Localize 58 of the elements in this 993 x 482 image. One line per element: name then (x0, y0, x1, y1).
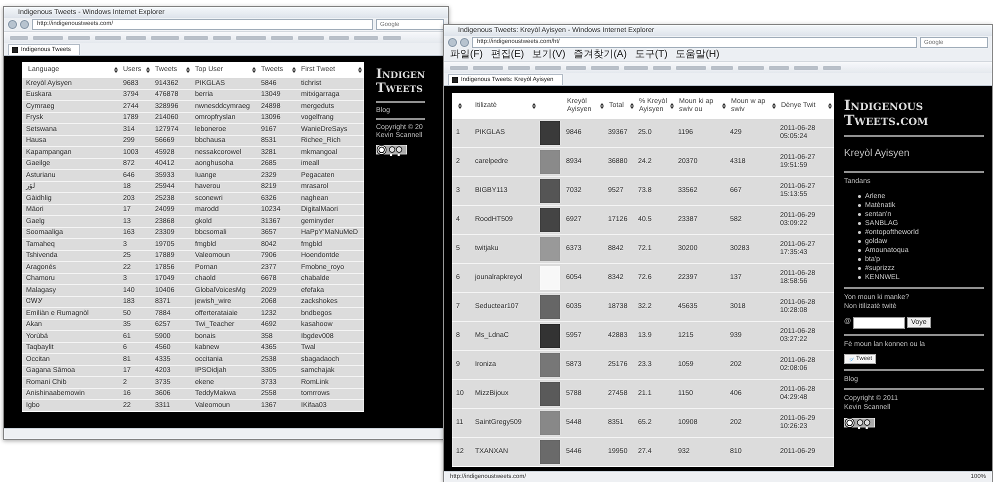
language-heading: Kreyòl Ayisyen (844, 146, 910, 161)
sort-icon (292, 66, 296, 73)
sort-icon (772, 103, 776, 109)
photo-placeholder (540, 411, 560, 435)
column-header[interactable] (452, 93, 472, 119)
forward-icon[interactable] (20, 20, 29, 29)
photo-placeholder (540, 237, 560, 261)
bullet-icon (858, 258, 861, 262)
photo-placeholder (540, 179, 560, 203)
bullet-icon (858, 222, 861, 226)
sort-icon (186, 66, 190, 73)
sort-icon (670, 103, 674, 109)
forward-icon[interactable] (460, 38, 469, 47)
bullet-icon (858, 276, 861, 280)
bullet-icon (858, 213, 861, 216)
sort-icon (630, 102, 634, 109)
sort-icon (358, 66, 362, 73)
photo-placeholder (540, 208, 560, 232)
sort-icon (600, 103, 604, 109)
site-logo: Tweets (376, 82, 424, 97)
sort-icon (114, 66, 118, 73)
menu-item[interactable]: 도구(T) (634, 49, 668, 61)
photo-placeholder (540, 324, 560, 348)
site-logo: Tweets.com (844, 114, 930, 130)
photo-placeholder (540, 382, 560, 406)
sort-icon (828, 102, 832, 109)
bird-icon (848, 356, 854, 362)
bullet-icon (858, 231, 861, 234)
photo-placeholder (540, 150, 560, 174)
sort-icon (532, 102, 536, 109)
username-field[interactable] (853, 316, 906, 329)
sort-icon (146, 66, 150, 73)
menu-item[interactable]: 도움말(H) (676, 49, 720, 61)
back-icon[interactable] (448, 38, 457, 47)
favicon-icon (12, 47, 18, 53)
bullet-icon (858, 195, 861, 198)
bullet-icon (858, 240, 861, 244)
sort-icon (722, 103, 726, 109)
bullet-icon (858, 204, 861, 208)
menu-item[interactable]: 편집(E) (490, 49, 524, 61)
sort-icon (252, 66, 256, 73)
cc-license-icon (844, 418, 875, 429)
site-logo: Indigenous (844, 99, 924, 114)
photo-placeholder (540, 121, 560, 145)
photo-placeholder (540, 440, 560, 464)
photo-placeholder (540, 295, 560, 319)
site-logo: Indigen (376, 68, 426, 82)
menu-item[interactable]: 파일(F) (450, 49, 483, 61)
favicon-icon (452, 77, 458, 83)
cc-license-icon (376, 145, 407, 156)
photo-placeholder (540, 266, 560, 290)
menu-item[interactable]: 즐겨찾기(A) (573, 49, 627, 61)
photo-placeholder (540, 353, 560, 377)
bullet-icon (858, 267, 861, 270)
menu-item[interactable]: 보기(V) (532, 49, 566, 61)
sort-icon (458, 103, 462, 109)
bullet-icon (858, 249, 861, 252)
back-icon[interactable] (8, 20, 17, 29)
